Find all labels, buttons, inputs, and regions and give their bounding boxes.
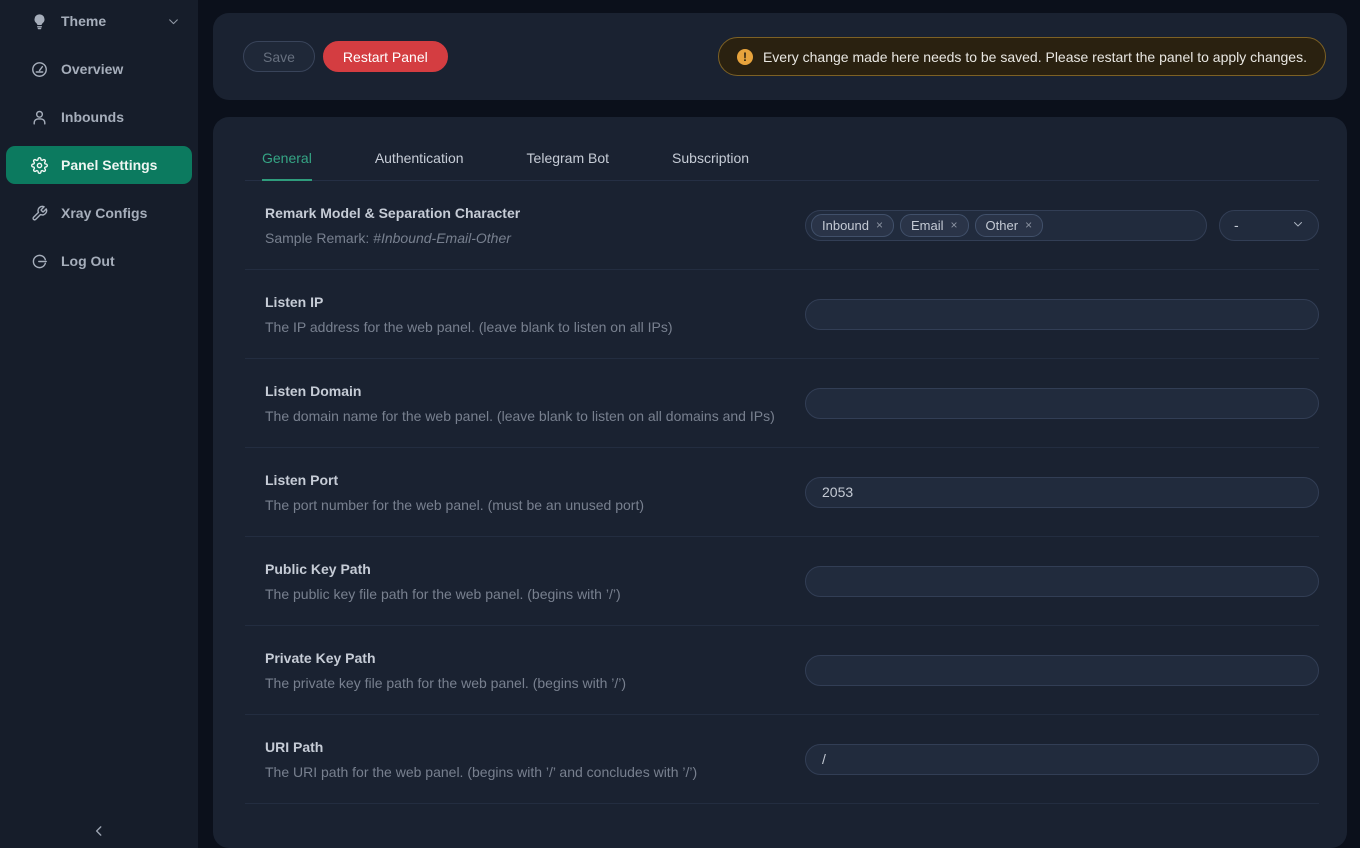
toolbar-card: Save Restart Panel ! Every change made h… [213,13,1347,100]
field-text: Public Key Path The public key file path … [245,561,621,602]
sidebar-item-panel-settings[interactable]: Panel Settings [6,146,192,184]
field-control [805,477,1319,508]
uri-path-input[interactable] [805,744,1319,775]
user-icon [30,108,48,126]
sidebar: Theme Overview Inbounds Panel Settings Xray … [0,0,198,848]
sidebar-item-label: Inbounds [61,109,124,125]
sidebar-item-label: Xray Configs [61,205,147,221]
field-control: Inbound × Email × Other × - [805,210,1319,241]
bulb-icon [30,12,48,30]
form-row-listen-domain: Listen Domain The domain name for the web… [245,359,1319,448]
tag-label: Email [911,218,944,233]
listen-port-input[interactable] [805,477,1319,508]
listen-ip-input[interactable] [805,299,1319,330]
select-value: - [1234,217,1239,233]
field-description: The domain name for the web panel. (leav… [265,408,775,424]
field-label: Listen Domain [265,383,775,399]
tab-subscription[interactable]: Subscription [672,143,749,181]
chevron-left-icon [92,824,106,841]
sidebar-item-label: Panel Settings [61,157,157,173]
sidebar-item-theme[interactable]: Theme [6,2,192,40]
field-description: The IP address for the web panel. (leave… [265,319,673,335]
save-button[interactable]: Save [243,41,315,72]
tag-other: Other × [975,214,1044,237]
gear-icon [30,156,48,174]
gauge-icon [30,60,48,78]
logout-icon [30,252,48,270]
tab-general[interactable]: General [262,143,312,181]
sidebar-item-label: Overview [61,61,123,77]
field-control [805,388,1319,419]
sidebar-collapse-button[interactable] [85,820,113,844]
field-control [805,299,1319,330]
tag-label: Other [986,218,1019,233]
restart-warning-alert: ! Every change made here needs to be sav… [718,37,1326,76]
tag-remove-icon[interactable]: × [951,219,958,231]
field-label: Private Key Path [265,650,626,666]
tag-email: Email × [900,214,969,237]
form-row-uri-path: URI Path The URI path for the web panel. … [245,715,1319,804]
field-text: Listen Port The port number for the web p… [245,472,644,513]
tab-telegram-bot[interactable]: Telegram Bot [527,143,609,181]
form-row-remark-model: Remark Model & Separation Character Sampl… [245,181,1319,270]
field-description: The private key file path for the web pa… [265,675,626,691]
panel-settings-card: General Authentication Telegram Bot Subscri… [213,117,1347,848]
form-row-private-key-path: Private Key Path The private key file pat… [245,626,1319,715]
sidebar-nav: Theme Overview Inbounds Panel Settings Xray … [0,2,198,280]
separator-character-select[interactable]: - [1219,210,1319,241]
field-label: Public Key Path [265,561,621,577]
field-control [805,744,1319,775]
form-row-listen-ip: Listen IP The IP address for the web pane… [245,270,1319,359]
main-content: Save Restart Panel ! Every change made h… [198,0,1360,848]
settings-form: Remark Model & Separation Character Sampl… [245,181,1319,804]
tag-inbound: Inbound × [811,214,894,237]
restart-panel-button[interactable]: Restart Panel [323,41,448,72]
field-description: The public key file path for the web pan… [265,586,621,602]
sidebar-item-label: Theme [61,13,106,29]
warning-icon: ! [737,49,753,65]
field-text: Remark Model & Separation Character Sampl… [245,205,520,246]
field-text: Private Key Path The private key file pat… [245,650,626,691]
public-key-path-input[interactable] [805,566,1319,597]
field-text: Listen Domain The domain name for the web… [245,383,775,424]
tag-remove-icon[interactable]: × [1025,219,1032,231]
tag-label: Inbound [822,218,869,233]
settings-tabs: General Authentication Telegram Bot Subscri… [245,143,1319,181]
remark-model-multiselect[interactable]: Inbound × Email × Other × [805,210,1207,241]
chevron-down-icon [167,15,180,28]
wrench-icon [30,204,48,222]
tab-authentication[interactable]: Authentication [375,143,464,181]
field-description: The port number for the web panel. (must… [265,497,644,513]
sidebar-item-label: Log Out [61,253,115,269]
field-label: URI Path [265,739,697,755]
field-control [805,655,1319,686]
field-label: Listen IP [265,294,673,310]
tag-remove-icon[interactable]: × [876,219,883,231]
field-description: The URI path for the web panel. (begins … [265,764,697,780]
sidebar-item-log-out[interactable]: Log Out [6,242,192,280]
form-row-public-key-path: Public Key Path The public key file path … [245,537,1319,626]
sidebar-item-inbounds[interactable]: Inbounds [6,98,192,136]
field-text: Listen IP The IP address for the web pane… [245,294,673,335]
field-label: Listen Port [265,472,644,488]
field-label: Remark Model & Separation Character [265,205,520,221]
alert-text: Every change made here needs to be saved… [763,49,1307,65]
sidebar-item-xray-configs[interactable]: Xray Configs [6,194,192,232]
form-row-listen-port: Listen Port The port number for the web p… [245,448,1319,537]
field-control [805,566,1319,597]
chevron-down-icon [1292,217,1304,233]
sidebar-item-overview[interactable]: Overview [6,50,192,88]
private-key-path-input[interactable] [805,655,1319,686]
listen-domain-input[interactable] [805,388,1319,419]
field-description: Sample Remark: #Inbound-Email-Other [265,230,520,246]
field-text: URI Path The URI path for the web panel. … [245,739,697,780]
